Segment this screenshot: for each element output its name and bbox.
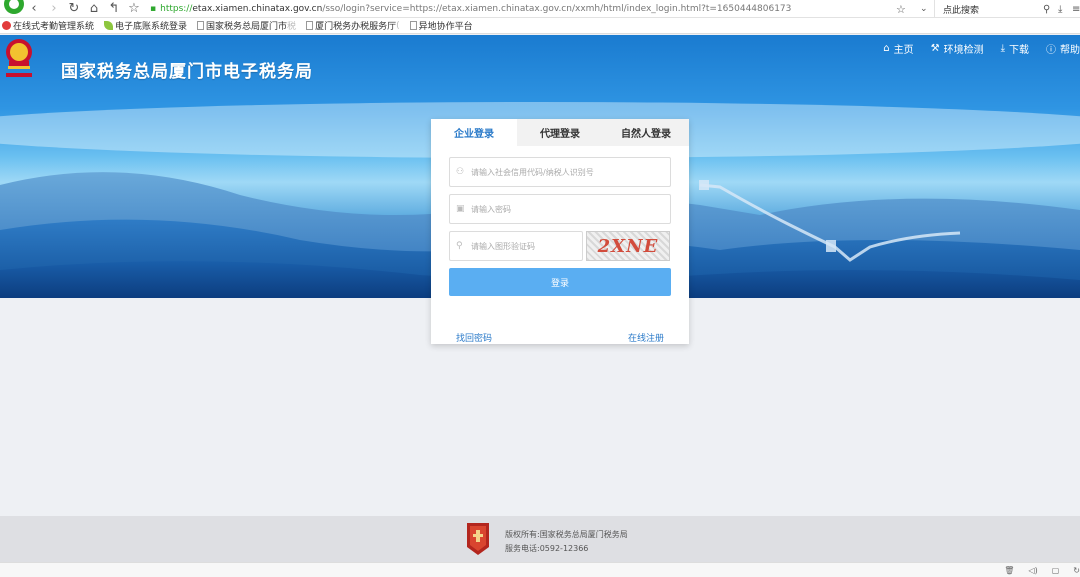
bookmark-label: 异地协作平台: [418, 22, 473, 32]
register-link[interactable]: 在线注册: [628, 331, 664, 344]
footer-info: 版权所有:国家税务总局厦门税务局 服务电话:0592-12366: [505, 528, 628, 556]
tab-agent-login[interactable]: 代理登录: [517, 119, 603, 146]
bookmarks-bar: 在线式考勤管理系统 电子底账系统登录 国家税务总局厦门市税 厦门税务办税服务厅(…: [0, 18, 1080, 34]
forward-icon[interactable]: ›: [44, 0, 64, 18]
home-page-icon[interactable]: ⌂: [84, 0, 104, 18]
chevron-down-icon[interactable]: ⌄: [920, 0, 934, 18]
reload-icon[interactable]: ↻: [64, 0, 84, 18]
back-icon[interactable]: ‹: [24, 0, 44, 18]
bookmark-item[interactable]: 厦门税务办税服务厅(: [306, 19, 400, 32]
url-path: /sso/login?service=https://etax.xiamen.c…: [322, 3, 792, 14]
page-footer: 版权所有:国家税务总局厦门税务局 服务电话:0592-12366: [0, 516, 1080, 562]
page-icon: [197, 21, 205, 30]
username-input[interactable]: ⚇ 请输入社会信用代码/纳税人识别号: [449, 157, 671, 187]
browser-toolbar: ‹ › ↻ ⌂ ↰ ☆ ▪ https:// etax.xiamen.china…: [0, 0, 1080, 18]
bookmark-label: 国家税务总局厦门市: [206, 22, 288, 32]
nav-download-link[interactable]: ⤓ 下载: [1001, 41, 1029, 56]
nav-help-link[interactable]: ⓘ 帮助: [1046, 41, 1080, 56]
bookmark-item[interactable]: 国家税务总局厦门市税: [197, 19, 296, 32]
browser-logo-icon[interactable]: [2, 0, 24, 18]
url-prefix: https://: [160, 3, 193, 14]
favorite-icon[interactable]: ☆: [124, 0, 144, 18]
more-icon[interactable]: ≡: [1072, 0, 1080, 18]
volume-icon[interactable]: ◁): [1028, 566, 1037, 575]
captcha-image[interactable]: 2XNE: [586, 231, 670, 261]
search-icon: ⚲: [456, 241, 463, 251]
address-bar[interactable]: ▪ https:// etax.xiamen.chinatax.gov.cn /…: [144, 0, 894, 18]
nav-home-label: 主页: [893, 44, 914, 56]
bookmark-label: 厦门税务办税服务厅: [315, 22, 397, 32]
bookmark-favicon-icon: [2, 21, 11, 30]
nav-env-check-link[interactable]: ⚒ 环境检测: [931, 41, 984, 56]
bookmark-label: 在线式考勤管理系统: [13, 22, 95, 32]
bookmark-item[interactable]: 电子底账系统登录: [104, 19, 187, 32]
home-icon: ⌂: [883, 42, 890, 54]
browser-search-input[interactable]: 点此搜索: [934, 0, 1040, 18]
bookmark-star-icon[interactable]: ☆: [896, 0, 910, 18]
undo-icon[interactable]: ↰: [104, 0, 124, 18]
leaf-favicon-icon: [104, 21, 114, 30]
password-input[interactable]: ▣ 请输入密码: [449, 194, 671, 224]
window-icon[interactable]: ▢: [1052, 566, 1060, 575]
site-title: 国家税务总局厦门市电子税务局: [61, 62, 313, 82]
bookmark-label-fade: 税: [287, 22, 297, 32]
lock-icon: ▣: [456, 204, 465, 214]
login-panel: 企业登录 代理登录 自然人登录 ⚇ 请输入社会信用代码/纳税人识别号 ▣ 请输入…: [431, 119, 689, 344]
tax-emblem-logo: [6, 39, 32, 77]
url-host: etax.xiamen.chinatax.gov.cn: [192, 3, 323, 14]
download-icon: ⤓: [1000, 42, 1005, 54]
footer-copyright: 版权所有:国家税务总局厦门税务局: [505, 530, 628, 539]
header-nav: ⌂ 主页 ⚒ 环境检测 ⤓ 下载 ⓘ 帮助: [866, 40, 1080, 56]
nav-home-link[interactable]: ⌂ 主页: [883, 41, 913, 56]
tax-badge-logo: [467, 523, 489, 555]
nav-download-label: 下载: [1009, 44, 1029, 56]
nav-help-label: 帮助: [1060, 44, 1080, 56]
search-icon[interactable]: ⚲: [1043, 0, 1055, 18]
password-placeholder: 请输入密码: [471, 204, 511, 214]
bookmark-label-fade: (: [396, 20, 400, 31]
wrench-icon: ⚒: [930, 42, 940, 54]
bookmark-label: 电子底账系统登录: [115, 22, 188, 32]
forgot-password-link[interactable]: 找回密码: [456, 331, 492, 344]
page-icon: [306, 21, 314, 30]
page-icon: [409, 21, 417, 30]
browser-status-bar: 🗑 ◁) ▢ ↻: [0, 562, 1080, 577]
username-placeholder: 请输入社会信用代码/纳税人识别号: [471, 167, 594, 177]
help-icon: ⓘ: [1046, 44, 1056, 56]
bookmark-item[interactable]: 异地协作平台: [409, 19, 473, 32]
footer-phone: 服务电话:0592-12366: [505, 544, 589, 553]
refresh-icon[interactable]: ↻: [1073, 566, 1080, 575]
login-tabs: 企业登录 代理登录 自然人登录: [431, 119, 689, 146]
lock-icon: ▪: [150, 3, 157, 14]
captcha-text: 2XNE: [597, 235, 659, 257]
tab-enterprise-login[interactable]: 企业登录: [431, 119, 517, 146]
browser-download-icon[interactable]: ⤓: [1058, 0, 1070, 18]
login-button[interactable]: 登录: [449, 268, 671, 296]
tab-individual-login[interactable]: 自然人登录: [603, 119, 689, 146]
captcha-placeholder: 请输入图形验证码: [471, 241, 535, 251]
user-icon: ⚇: [456, 167, 465, 177]
status-icons: 🗑 ◁) ▢ ↻: [990, 563, 1080, 577]
bookmark-item[interactable]: 在线式考勤管理系统: [2, 19, 94, 32]
browser-search-placeholder: 点此搜索: [943, 5, 980, 16]
trash-icon[interactable]: 🗑: [1004, 566, 1014, 575]
captcha-input[interactable]: ⚲ 请输入图形验证码: [449, 231, 583, 261]
nav-env-check-label: 环境检测: [943, 44, 984, 56]
